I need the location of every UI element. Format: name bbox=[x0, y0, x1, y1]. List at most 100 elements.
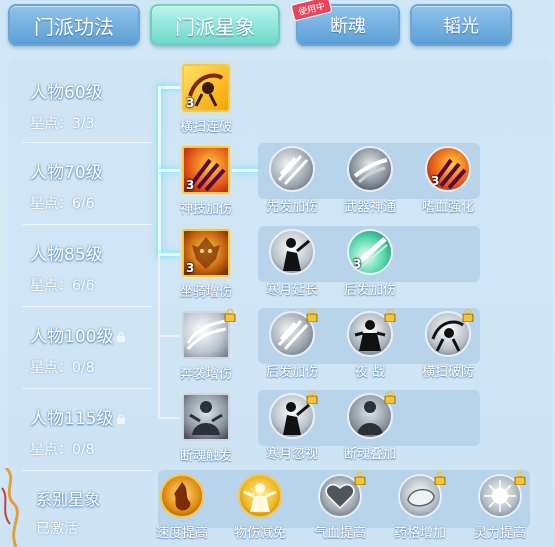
skill-label: 神技加伤 bbox=[179, 202, 232, 217]
series-node-potion-slots[interactable]: 药格增加 bbox=[382, 472, 458, 541]
series-label: 药格增加 bbox=[393, 526, 446, 541]
row-level-100: 人物100级 星点：0/8 bbox=[30, 322, 126, 377]
level-label: 人物60级 bbox=[30, 83, 103, 103]
weapon-art-icon bbox=[347, 146, 393, 192]
tab-label: 韬光 bbox=[443, 16, 479, 37]
branch-node-first-strike[interactable]: 先发加伤 bbox=[254, 146, 330, 215]
level-label: 人物115级 bbox=[30, 409, 114, 429]
branch-node-late-strike[interactable]: 3 后发加伤 bbox=[332, 229, 408, 298]
flame-beast-icon: 3 bbox=[182, 229, 230, 277]
branch-node-sweep-break[interactable]: 横扫破防 bbox=[410, 309, 486, 380]
skill-count: 3 bbox=[353, 257, 362, 271]
skill-label: 坐骑增伤 bbox=[179, 285, 232, 300]
star-points: 星点：0/8 bbox=[30, 360, 95, 376]
skill-label: 后发加伤 bbox=[343, 283, 396, 298]
tab-label: 断魂 bbox=[330, 16, 366, 37]
claw-strike-icon: 3 bbox=[182, 146, 230, 194]
tab-duanhun[interactable]: 使用中 断魂 bbox=[290, 0, 400, 46]
lock-icon bbox=[434, 472, 446, 485]
golden-warrior-icon bbox=[238, 474, 282, 518]
series-title: 系别星象 bbox=[36, 490, 101, 509]
skill-label: 横扫破防 bbox=[421, 365, 474, 380]
series-label: 速度提高 bbox=[155, 526, 208, 541]
row-divider bbox=[22, 306, 152, 307]
moon-warrior-icon bbox=[269, 229, 315, 275]
branch-node-bloodlust[interactable]: 3 嗜血强化 bbox=[410, 146, 486, 215]
in-use-badge: 使用中 bbox=[290, 0, 333, 22]
row-level-115: 人物115级 星点：0/8 bbox=[30, 404, 126, 459]
skill-node-duanhun-trigger[interactable]: 断魂触发 bbox=[168, 393, 244, 464]
top-tab-bar: 门派功法 门派星象 使用中 断魂 韬光 bbox=[0, 0, 555, 54]
series-node-hp-boost[interactable]: 气血提高 bbox=[302, 472, 378, 541]
branch-node-cold-moon-ignore[interactable]: 寒月忽视 bbox=[254, 391, 330, 462]
lock-icon bbox=[117, 414, 126, 424]
skill-label: 嗜血强化 bbox=[421, 200, 474, 215]
lock-icon bbox=[224, 309, 236, 322]
branch-node-weapon-art[interactable]: 武器神通 bbox=[332, 146, 408, 215]
skill-label: 断魂叠加 bbox=[343, 447, 396, 462]
skill-label: 先发加伤 bbox=[265, 200, 318, 215]
blood-claw-icon: 3 bbox=[425, 146, 471, 192]
series-status: 已激活 bbox=[36, 521, 78, 537]
skill-count: 3 bbox=[431, 174, 440, 188]
skill-label: 后发加伤 bbox=[265, 365, 318, 380]
tree-connector bbox=[158, 256, 160, 418]
row-divider bbox=[22, 224, 152, 225]
speed-flame-icon bbox=[160, 474, 204, 518]
series-node-speed[interactable]: 速度提高 bbox=[144, 474, 220, 541]
tab-sect-stars[interactable]: 门派星象 bbox=[150, 4, 280, 46]
skill-node-sweep[interactable]: 3 横扫连破 bbox=[168, 64, 244, 135]
green-sword-icon: 3 bbox=[347, 229, 393, 275]
series-node-physical-reduction[interactable]: 物伤减免 bbox=[222, 474, 298, 541]
row-level-60: 人物60级 星点：3/3 bbox=[30, 78, 103, 133]
lock-icon bbox=[384, 309, 396, 322]
series-node-spirit-boost[interactable]: 灵力提高 bbox=[462, 472, 538, 541]
level-label: 人物70级 bbox=[30, 163, 103, 183]
lock-icon bbox=[306, 309, 318, 322]
lock-icon bbox=[354, 472, 366, 485]
star-points: 星点：0/8 bbox=[30, 442, 95, 458]
blade-flurry-icon bbox=[269, 146, 315, 192]
sweep-slash-icon: 3 bbox=[182, 64, 230, 112]
branch-node-night-battle[interactable]: 夜 战 bbox=[332, 309, 408, 380]
star-points: 星点：3/3 bbox=[30, 116, 95, 132]
series-label: 灵力提高 bbox=[473, 526, 526, 541]
series-star-label: 系别星象 已激活 bbox=[36, 486, 100, 538]
branch-node-duanhun-stack[interactable]: 断魂叠加 bbox=[332, 391, 408, 462]
skill-count: 3 bbox=[186, 261, 195, 275]
branch-node-cold-moon-extend[interactable]: 寒月延长 bbox=[254, 229, 330, 298]
lock-icon bbox=[306, 391, 318, 404]
skill-count: 3 bbox=[186, 96, 195, 110]
lock-icon bbox=[117, 332, 126, 342]
series-label: 物伤减免 bbox=[233, 526, 286, 541]
row-divider bbox=[22, 388, 152, 389]
star-points: 星点：6/6 bbox=[30, 196, 95, 212]
row-divider bbox=[22, 142, 152, 143]
skill-node-rush-damage[interactable]: 奔袭增伤 bbox=[168, 309, 244, 382]
skill-label: 奔袭增伤 bbox=[179, 367, 232, 382]
skill-node-divine-damage[interactable]: 3 神技加伤 bbox=[168, 146, 244, 217]
tab-taoguang[interactable]: 韬光 bbox=[410, 4, 512, 46]
lock-icon bbox=[514, 472, 526, 485]
skill-label: 寒月延长 bbox=[265, 283, 318, 298]
branch-node-late-strike-locked[interactable]: 后发加伤 bbox=[254, 309, 330, 380]
tab-sect-skills[interactable]: 门派功法 bbox=[8, 4, 140, 46]
ornament-decoration bbox=[1, 468, 19, 547]
skill-label: 武器神通 bbox=[343, 200, 396, 215]
lock-icon bbox=[462, 309, 474, 322]
tab-label: 门派星象 bbox=[175, 14, 255, 39]
row-divider bbox=[22, 470, 152, 471]
level-label: 人物100级 bbox=[30, 327, 114, 347]
skill-node-mount-damage[interactable]: 3 坐骑增伤 bbox=[168, 229, 244, 300]
tab-label: 门派功法 bbox=[34, 14, 114, 39]
row-level-85: 人物85级 星点：6/6 bbox=[30, 240, 103, 295]
shadow-figure-icon bbox=[182, 393, 230, 441]
row-level-70: 人物70级 星点：6/6 bbox=[30, 158, 103, 213]
lock-icon bbox=[384, 391, 396, 404]
level-label: 人物85级 bbox=[30, 245, 103, 265]
skill-label: 夜 战 bbox=[354, 365, 386, 380]
skill-count: 3 bbox=[186, 178, 195, 192]
skill-label: 寒月忽视 bbox=[265, 447, 318, 462]
skill-label: 断魂触发 bbox=[179, 449, 232, 464]
swirl-wind-icon bbox=[182, 311, 230, 359]
